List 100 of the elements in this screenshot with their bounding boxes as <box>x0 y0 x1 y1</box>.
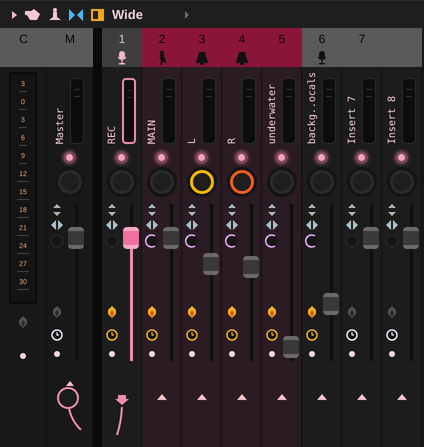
pan-knob[interactable] <box>185 234 199 248</box>
channel-header[interactable]: 2 <box>142 28 182 67</box>
up-down-arrows-icon[interactable] <box>387 204 397 216</box>
width-mode-label[interactable]: Wide <box>112 4 143 24</box>
arrow-right-icon[interactable] <box>184 10 189 18</box>
left-right-arrows-icon[interactable] <box>226 220 238 230</box>
up-triangle-icon[interactable] <box>276 394 286 400</box>
up-triangle-icon[interactable] <box>236 394 246 400</box>
channel-name: Insert 8 <box>387 96 399 144</box>
play-triangle-icon[interactable] <box>12 10 17 18</box>
clock-icon[interactable] <box>186 329 198 341</box>
channel-header[interactable]: 1 <box>102 28 142 67</box>
up-triangle-icon[interactable] <box>356 394 366 400</box>
channel-name: MAIN <box>147 120 159 144</box>
fader-handle[interactable] <box>203 253 219 276</box>
led-indicator[interactable] <box>64 152 75 163</box>
led-indicator[interactable] <box>116 152 127 163</box>
led-indicator[interactable] <box>276 152 287 163</box>
clock-icon[interactable] <box>346 329 358 341</box>
fader-handle[interactable] <box>363 227 379 250</box>
up-triangle-icon[interactable] <box>66 381 74 386</box>
send-knob[interactable] <box>230 170 254 194</box>
left-right-arrows-icon[interactable] <box>266 220 278 230</box>
up-down-arrows-icon[interactable] <box>52 204 62 216</box>
fader-handle[interactable] <box>323 293 339 316</box>
up-triangle-icon[interactable] <box>196 394 206 400</box>
fader-handle[interactable] <box>403 227 419 250</box>
fader-handle[interactable] <box>123 227 139 250</box>
pan-knob[interactable] <box>305 234 319 248</box>
bell-icon <box>235 51 249 65</box>
channel-header[interactable]: 4 <box>222 28 262 67</box>
flame-icon[interactable] <box>227 306 237 319</box>
up-down-arrows-icon[interactable] <box>347 204 357 216</box>
fader-handle[interactable] <box>243 256 259 278</box>
channel-header[interactable]: 7 <box>342 28 382 67</box>
fader-handle[interactable] <box>163 227 179 250</box>
up-down-arrows-icon[interactable] <box>107 204 117 216</box>
channel-name: Master <box>55 108 67 144</box>
left-right-arrows-icon[interactable] <box>146 220 158 230</box>
up-down-arrows-icon[interactable] <box>307 204 317 216</box>
cable-knob-drawing[interactable] <box>54 386 84 430</box>
bowtie-icon[interactable] <box>69 8 83 20</box>
channel-number: 7 <box>358 31 366 48</box>
channel-header[interactable]: 5 <box>262 28 302 67</box>
flame-icon[interactable] <box>187 306 197 319</box>
up-down-arrows-icon[interactable] <box>147 204 157 216</box>
left-right-arrows-icon[interactable] <box>106 220 118 230</box>
hand-icon[interactable] <box>25 8 41 20</box>
left-right-arrows-icon[interactable] <box>51 220 63 230</box>
led-indicator[interactable] <box>396 152 407 163</box>
channel-number: 4 <box>238 31 246 48</box>
clock-icon[interactable] <box>226 329 238 341</box>
clock-icon[interactable] <box>266 329 278 341</box>
channel-name: L <box>187 138 199 144</box>
flame-icon[interactable] <box>307 306 317 319</box>
up-down-arrows-icon[interactable] <box>187 204 197 216</box>
left-right-arrows-icon[interactable] <box>306 220 318 230</box>
channel-name: underwater <box>267 84 279 144</box>
led-indicator[interactable] <box>156 152 167 163</box>
pan-knob[interactable] <box>225 234 239 248</box>
flame-icon[interactable] <box>107 306 117 319</box>
channel-header[interactable]: 6 <box>302 28 342 67</box>
channel-name: REC <box>107 126 119 144</box>
level-meter <box>70 78 84 144</box>
led-indicator[interactable] <box>356 152 367 163</box>
figure-icon <box>157 51 167 65</box>
channel-number: 1 <box>118 31 126 48</box>
microphone-icon <box>117 51 127 65</box>
up-down-arrows-icon[interactable] <box>227 204 237 216</box>
width-mode-icon[interactable] <box>91 8 104 20</box>
clock-icon[interactable] <box>386 329 398 341</box>
flame-icon[interactable] <box>267 306 277 319</box>
channel-header[interactable]: 3 <box>182 28 222 67</box>
clock-icon[interactable] <box>146 329 158 341</box>
figure-icon[interactable] <box>49 8 61 21</box>
pan-knob[interactable] <box>145 234 159 248</box>
channel-name: Insert 7 <box>347 96 359 144</box>
down-arrow-cable-drawing[interactable] <box>114 395 128 435</box>
pan-knob[interactable] <box>265 234 279 248</box>
left-right-arrows-icon[interactable] <box>386 220 398 230</box>
header-label: M <box>65 31 75 48</box>
led-indicator[interactable] <box>236 152 247 163</box>
left-right-arrows-icon[interactable] <box>186 220 198 230</box>
fader-handle[interactable] <box>283 336 299 358</box>
channel-name: backg..ocals <box>307 72 319 144</box>
up-triangle-icon[interactable] <box>316 394 326 400</box>
led-indicator[interactable] <box>196 152 207 163</box>
flame-icon[interactable] <box>147 306 157 319</box>
fader-handle[interactable] <box>68 227 84 250</box>
channel-name: R <box>227 138 239 144</box>
up-triangle-icon[interactable] <box>396 394 406 400</box>
clock-icon[interactable] <box>51 329 63 341</box>
up-triangle-icon[interactable] <box>156 394 166 400</box>
left-right-arrows-icon[interactable] <box>346 220 358 230</box>
clock-icon[interactable] <box>106 329 118 341</box>
led-indicator[interactable] <box>316 152 327 163</box>
up-down-arrows-icon[interactable] <box>267 204 277 216</box>
microphone-icon <box>317 51 327 65</box>
clock-icon[interactable] <box>306 329 318 341</box>
bell-icon <box>195 51 209 65</box>
